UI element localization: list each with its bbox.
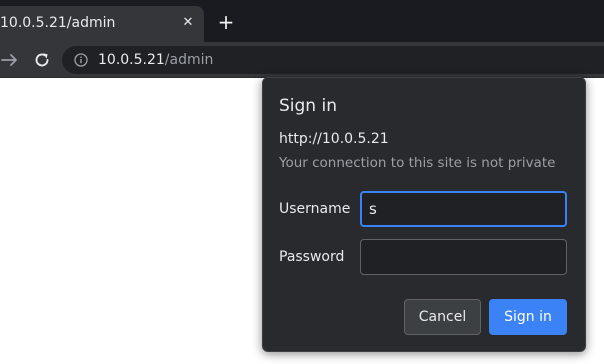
username-field[interactable] — [360, 191, 567, 227]
dialog-warning: Your connection to this site is not priv… — [279, 155, 556, 171]
arrow-right-icon[interactable] — [0, 50, 20, 70]
tab-admin[interactable]: 10.0.5.21/admin ✕ — [0, 6, 204, 42]
dialog-title: Sign in — [279, 96, 337, 116]
password-field[interactable] — [360, 239, 567, 275]
reload-icon[interactable] — [32, 50, 52, 70]
sign-in-button[interactable]: Sign in — [489, 299, 567, 335]
close-icon[interactable]: ✕ — [180, 15, 196, 31]
cancel-button[interactable]: Cancel — [404, 299, 481, 335]
info-icon[interactable] — [74, 53, 88, 67]
dialog-origin: http://10.0.5.21 — [279, 131, 389, 147]
browser-toolbar: 10.0.5.21/admin — [0, 42, 604, 78]
url-host: 10.0.5.21 — [98, 52, 165, 68]
plus-icon[interactable]: + — [216, 12, 236, 32]
url-text: 10.0.5.21/admin — [98, 52, 213, 68]
sign-in-dialog: Sign in http://10.0.5.21 Your connection… — [262, 77, 586, 352]
url-path: /admin — [164, 52, 214, 68]
tab-title: 10.0.5.21/admin — [0, 15, 116, 31]
tab-strip: 10.0.5.21/admin ✕ + — [0, 0, 604, 42]
password-label: Password — [279, 249, 345, 265]
address-bar[interactable]: 10.0.5.21/admin — [62, 46, 604, 74]
username-label: Username — [279, 201, 351, 217]
